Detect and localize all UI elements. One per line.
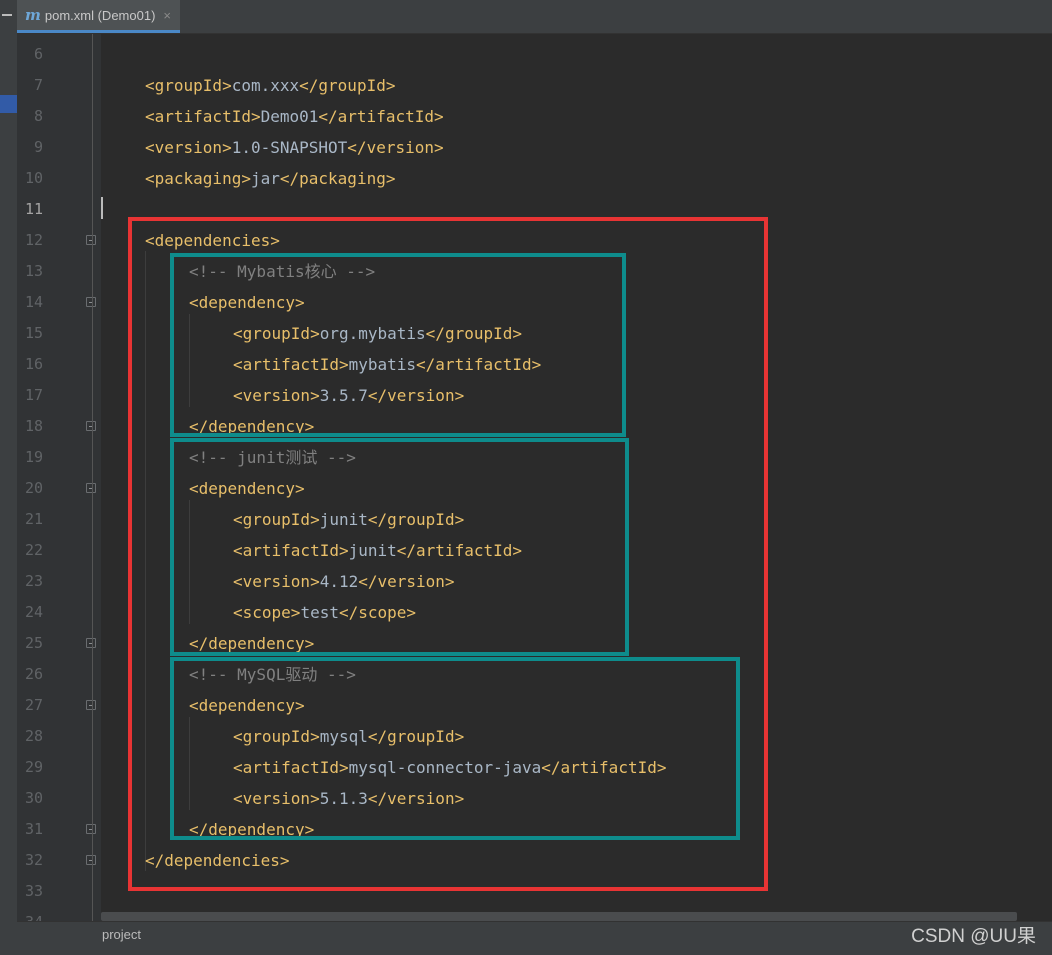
line-number: 28 <box>24 727 43 745</box>
line-number-gutter[interactable]: 6 7 8 9 10 11 12 13 14 15 16 17 18 19 20 21 22 23 24 25 26 27… <box>17 34 101 931</box>
line-number: 31 <box>24 820 43 838</box>
line-number: 26 <box>24 665 43 683</box>
fold-marker-icon[interactable] <box>86 483 96 493</box>
xml-text: 1.0-SNAPSHOT <box>231 138 348 157</box>
code-line: <packaging>jar</packaging> <box>145 163 395 194</box>
xml-open-tag: <groupId> <box>145 76 232 95</box>
xml-open-tag: <artifactId> <box>145 107 261 126</box>
line-number: 11 <box>24 200 43 218</box>
minimize-icon[interactable] <box>2 14 12 16</box>
fold-marker-icon[interactable] <box>86 855 96 865</box>
line-number: 7 <box>33 76 43 94</box>
line-number: 17 <box>24 386 43 404</box>
xml-text: com.xxx <box>231 76 300 95</box>
mysql-dependency-highlight-box <box>170 657 740 840</box>
text-caret <box>101 197 103 219</box>
mybatis-dependency-highlight-box <box>170 253 626 437</box>
xml-close-tag: </version> <box>347 138 444 157</box>
line-number: 24 <box>24 603 43 621</box>
breadcrumb[interactable]: project <box>102 927 141 942</box>
line-number: 18 <box>24 417 43 435</box>
line-number: 21 <box>24 510 43 528</box>
close-icon[interactable]: × <box>163 8 171 23</box>
line-number: 23 <box>24 572 43 590</box>
line-number: 27 <box>24 696 43 714</box>
line-number: 33 <box>24 882 43 900</box>
line-number: 10 <box>24 169 43 187</box>
junit-dependency-highlight-box <box>170 438 629 656</box>
code-line: <artifactId>Demo01</artifactId> <box>145 101 444 132</box>
xml-text: jar <box>250 169 280 188</box>
status-strip <box>0 947 1052 955</box>
xml-close-tag: </packaging> <box>279 169 396 188</box>
line-number: 9 <box>33 138 43 156</box>
line-number: 25 <box>24 634 43 652</box>
fold-marker-icon[interactable] <box>86 297 96 307</box>
fold-marker-icon[interactable] <box>86 824 96 834</box>
line-number: 29 <box>24 758 43 776</box>
xml-close-tag: </groupId> <box>299 76 396 95</box>
xml-text: Demo01 <box>260 107 319 126</box>
line-number: 16 <box>24 355 43 373</box>
fold-marker-icon[interactable] <box>86 421 96 431</box>
breadcrumb-bar: project <box>17 921 1052 948</box>
line-number: 13 <box>24 262 43 280</box>
tool-strip-selected-item[interactable] <box>0 95 17 113</box>
line-number: 12 <box>24 231 43 249</box>
fold-marker-icon[interactable] <box>86 235 96 245</box>
fold-marker-icon[interactable] <box>86 700 96 710</box>
line-number: 32 <box>24 851 43 869</box>
project-tool-strip <box>0 0 18 955</box>
line-number: 8 <box>33 107 43 125</box>
horizontal-scrollbar[interactable] <box>101 912 1017 921</box>
line-number: 30 <box>24 789 43 807</box>
line-number: 19 <box>24 448 43 466</box>
tab-label: pom.xml (Demo01) <box>44 7 156 23</box>
fold-marker-icon[interactable] <box>86 638 96 648</box>
xml-open-tag: <packaging> <box>145 169 251 188</box>
line-number: 20 <box>24 479 43 497</box>
code-line: <groupId>com.xxx</groupId> <box>145 70 395 101</box>
line-number: 6 <box>33 45 43 63</box>
xml-close-tag: </artifactId> <box>318 107 444 126</box>
line-number: 15 <box>24 324 43 342</box>
tab-pom-xml[interactable]: m pom.xml (Demo01) × <box>17 0 180 33</box>
line-number: 14 <box>24 293 43 311</box>
watermark: CSDN @UU果 <box>911 926 1036 947</box>
editor-tab-bar: m pom.xml (Demo01) × <box>17 0 1052 34</box>
code-line: <version>1.0-SNAPSHOT</version> <box>145 132 444 163</box>
line-number: 22 <box>24 541 43 559</box>
xml-open-tag: <version> <box>145 138 232 157</box>
maven-icon: m <box>25 6 41 24</box>
gutter-divider <box>92 34 93 921</box>
